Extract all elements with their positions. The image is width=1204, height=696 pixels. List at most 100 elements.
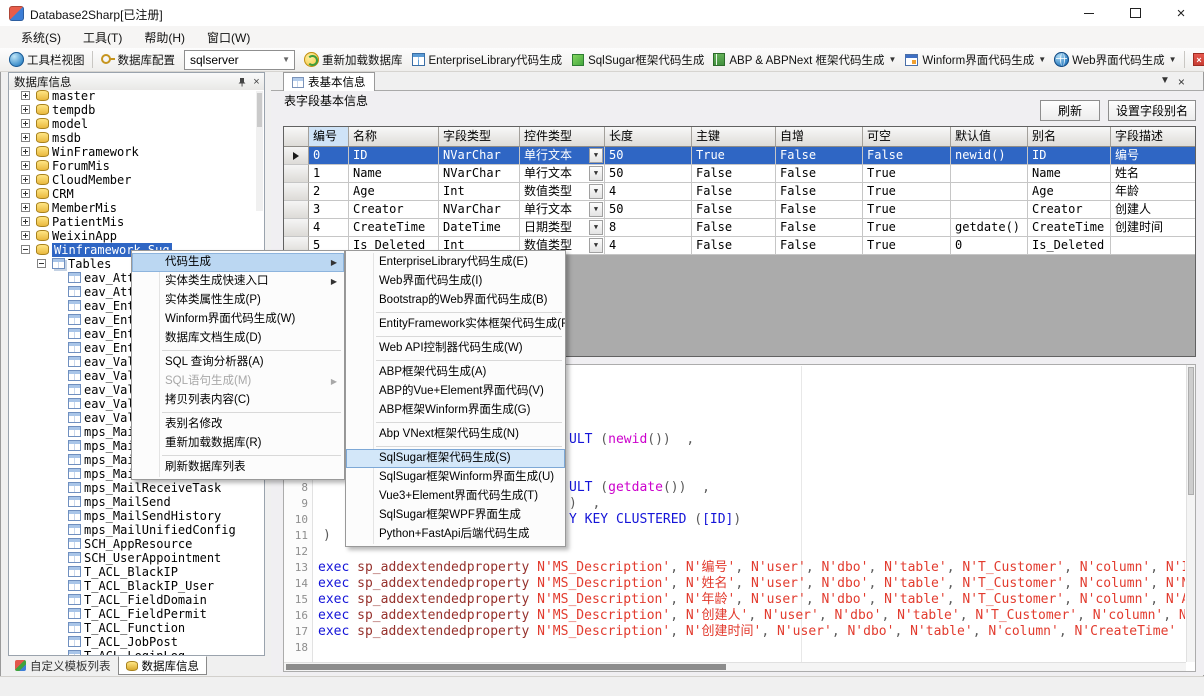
cell-可空[interactable]: True bbox=[863, 201, 951, 219]
combo-dropdown-button[interactable]: ▼ bbox=[589, 238, 603, 253]
cell-主键[interactable]: False bbox=[692, 183, 776, 201]
menu-item-ABP框架Winform界面生成(G)[interactable]: ABP框架Winform界面生成(G) bbox=[346, 401, 565, 420]
expand-plus-icon[interactable] bbox=[21, 119, 30, 128]
combo-dropdown-button[interactable]: ▼ bbox=[589, 220, 603, 235]
cell-字段类型[interactable]: Int bbox=[439, 183, 520, 201]
expand-plus-icon[interactable] bbox=[21, 133, 30, 142]
row-header-cell[interactable] bbox=[284, 147, 309, 165]
dock-tab-自定义模板列表[interactable]: 自定义模板列表 bbox=[8, 656, 118, 675]
cell-控件类型[interactable]: 单行文本▼ bbox=[520, 147, 605, 165]
column-header-自增[interactable]: 自增 bbox=[776, 127, 863, 147]
menu-item-SQL 查询分析器(A)[interactable]: SQL 查询分析器(A) bbox=[132, 353, 344, 372]
database-type-combo[interactable]: sqlserver▼ bbox=[184, 50, 295, 70]
cell-默认值[interactable] bbox=[951, 201, 1028, 219]
menu-item-重新加载数据库(R)[interactable]: 重新加载数据库(R) bbox=[132, 434, 344, 453]
cell-编号[interactable]: 1 bbox=[309, 165, 349, 183]
menu-item-ABP框架代码生成(A)[interactable]: ABP框架代码生成(A) bbox=[346, 363, 565, 382]
column-header-默认值[interactable]: 默认值 bbox=[951, 127, 1028, 147]
expand-plus-icon[interactable] bbox=[21, 161, 30, 170]
menu-item-Vue3+Element界面代码生成(T)[interactable]: Vue3+Element界面代码生成(T) bbox=[346, 487, 565, 506]
cell-编号[interactable]: 4 bbox=[309, 219, 349, 237]
menu-item-数据库文档生成(D)[interactable]: 数据库文档生成(D) bbox=[132, 329, 344, 348]
tree-node-T_ACL_LoginLog[interactable]: T_ACL_LoginLog bbox=[9, 649, 264, 655]
tree-node-CRM[interactable]: CRM bbox=[9, 187, 264, 201]
cell-可空[interactable]: False bbox=[863, 147, 951, 165]
tree-node-SCH_AppResource[interactable]: SCH_AppResource bbox=[9, 537, 264, 551]
close-button[interactable]: × bbox=[1158, 0, 1204, 26]
cell-长度[interactable]: 8 bbox=[605, 219, 692, 237]
tree-node-SCH_UserAppointment[interactable]: SCH_UserAppointment bbox=[9, 551, 264, 565]
expand-plus-icon[interactable] bbox=[21, 189, 30, 198]
cell-名称[interactable]: ID bbox=[349, 147, 439, 165]
grid-row-1[interactable]: 1NameNVarChar单行文本▼50FalseFalseTrueName姓名 bbox=[284, 165, 1195, 183]
cell-控件类型[interactable]: 日期类型▼ bbox=[520, 219, 605, 237]
cell-可空[interactable]: True bbox=[863, 165, 951, 183]
maximize-button[interactable] bbox=[1112, 0, 1158, 26]
column-header-可空[interactable]: 可空 bbox=[863, 127, 951, 147]
expand-plus-icon[interactable] bbox=[21, 231, 30, 240]
cell-编号[interactable]: 0 bbox=[309, 147, 349, 165]
tab-table-basic-info[interactable]: 表基本信息 bbox=[283, 72, 375, 91]
expand-plus-icon[interactable] bbox=[21, 147, 30, 156]
column-header-别名[interactable]: 别名 bbox=[1028, 127, 1111, 147]
cell-别名[interactable]: CreateTime bbox=[1028, 219, 1111, 237]
cell-字段类型[interactable]: NVarChar bbox=[439, 201, 520, 219]
row-header-cell[interactable] bbox=[284, 219, 309, 237]
menubar-item-1[interactable]: 工具(T) bbox=[72, 26, 133, 49]
cell-控件类型[interactable]: 单行文本▼ bbox=[520, 165, 605, 183]
menu-item-Abp VNext框架代码生成(N)[interactable]: Abp VNext框架代码生成(N) bbox=[346, 425, 565, 444]
cell-长度[interactable]: 4 bbox=[605, 237, 692, 255]
cell-字段描述[interactable]: 创建人 bbox=[1111, 201, 1196, 219]
cell-自增[interactable]: False bbox=[776, 183, 863, 201]
expand-plus-icon[interactable] bbox=[21, 217, 30, 226]
cell-主键[interactable]: False bbox=[692, 237, 776, 255]
dock-tab-数据库信息[interactable]: 数据库信息 bbox=[118, 656, 208, 675]
menu-item-Bootstrap的Web界面代码生成(B)[interactable]: Bootstrap的Web界面代码生成(B) bbox=[346, 291, 565, 310]
column-header-编号[interactable]: 编号 bbox=[309, 127, 349, 147]
cell-名称[interactable]: Creator bbox=[349, 201, 439, 219]
tree-node-mps_MailSend[interactable]: mps_MailSend bbox=[9, 495, 264, 509]
tree-node-T_ACL_FieldDomain[interactable]: T_ACL_FieldDomain bbox=[9, 593, 264, 607]
cell-主键[interactable]: False bbox=[692, 165, 776, 183]
expand-minus-icon[interactable] bbox=[21, 245, 30, 254]
column-header-名称[interactable]: 名称 bbox=[349, 127, 439, 147]
cell-主键[interactable]: True bbox=[692, 147, 776, 165]
row-header-cell[interactable] bbox=[284, 165, 309, 183]
grid-row-3[interactable]: 3CreatorNVarChar单行文本▼50FalseFalseTrueCre… bbox=[284, 201, 1195, 219]
grid-row-2[interactable]: 2AgeInt数值类型▼4FalseFalseTrueAge年龄 bbox=[284, 183, 1195, 201]
menu-item-EntityFramework实体框架代码生成(F)[interactable]: EntityFramework实体框架代码生成(F) bbox=[346, 315, 565, 334]
toolbar-button-Web界面代码生成[interactable]: Web界面代码生成▼ bbox=[1050, 50, 1180, 70]
toolbar-button-SqlSugar框架代码生成[interactable]: SqlSugar框架代码生成 bbox=[566, 50, 708, 70]
tree-node-T_ACL_BlackIP_User[interactable]: T_ACL_BlackIP_User bbox=[9, 579, 264, 593]
tree-node-master[interactable]: master bbox=[9, 90, 264, 103]
combo-dropdown-button[interactable]: ▼ bbox=[589, 148, 603, 163]
cell-长度[interactable]: 50 bbox=[605, 147, 692, 165]
toolbar-button-工具栏视图[interactable]: 工具栏视图 bbox=[5, 50, 89, 70]
cell-长度[interactable]: 4 bbox=[605, 183, 692, 201]
refresh-button[interactable]: 刷新 bbox=[1040, 100, 1100, 121]
cell-字段描述[interactable]: 年龄 bbox=[1111, 183, 1196, 201]
tree-node-WinFramework[interactable]: WinFramework bbox=[9, 145, 264, 159]
tree-node-tempdb[interactable]: tempdb bbox=[9, 103, 264, 117]
cell-自增[interactable]: False bbox=[776, 165, 863, 183]
cell-主键[interactable]: False bbox=[692, 219, 776, 237]
column-header-字段类型[interactable]: 字段类型 bbox=[439, 127, 520, 147]
menu-item-实体类生成快速入口[interactable]: 实体类生成快速入口▶ bbox=[132, 272, 344, 291]
tree-node-mps_MailUnifiedConfig[interactable]: mps_MailUnifiedConfig bbox=[9, 523, 264, 537]
column-header-字段描述[interactable]: 字段描述 bbox=[1111, 127, 1196, 147]
cell-长度[interactable]: 50 bbox=[605, 165, 692, 183]
menu-item-SQL语句生成(M)[interactable]: SQL语句生成(M)▶ bbox=[132, 372, 344, 391]
grid-row-0[interactable]: 0IDNVarChar单行文本▼50TrueFalseFalsenewid()I… bbox=[284, 147, 1195, 165]
cell-控件类型[interactable]: 单行文本▼ bbox=[520, 201, 605, 219]
cell-别名[interactable]: Is_Deleted bbox=[1028, 237, 1111, 255]
vscroll-thumb[interactable] bbox=[1188, 367, 1194, 495]
toolbar-button-ABP & ABPNext 框架代码生成[interactable]: ABP & ABPNext 框架代码生成▼ bbox=[708, 50, 900, 70]
menubar-item-0[interactable]: 系统(S) bbox=[10, 26, 72, 49]
combo-dropdown-button[interactable]: ▼ bbox=[589, 166, 603, 181]
menu-item-Python+FastApi后端代码生成[interactable]: Python+FastApi后端代码生成 bbox=[346, 525, 565, 544]
cell-长度[interactable]: 50 bbox=[605, 201, 692, 219]
cell-默认值[interactable]: getdate() bbox=[951, 219, 1028, 237]
menu-item-刷新数据库列表[interactable]: 刷新数据库列表 bbox=[132, 458, 344, 477]
tree-node-T_ACL_JobPost[interactable]: T_ACL_JobPost bbox=[9, 635, 264, 649]
cell-可空[interactable]: True bbox=[863, 237, 951, 255]
